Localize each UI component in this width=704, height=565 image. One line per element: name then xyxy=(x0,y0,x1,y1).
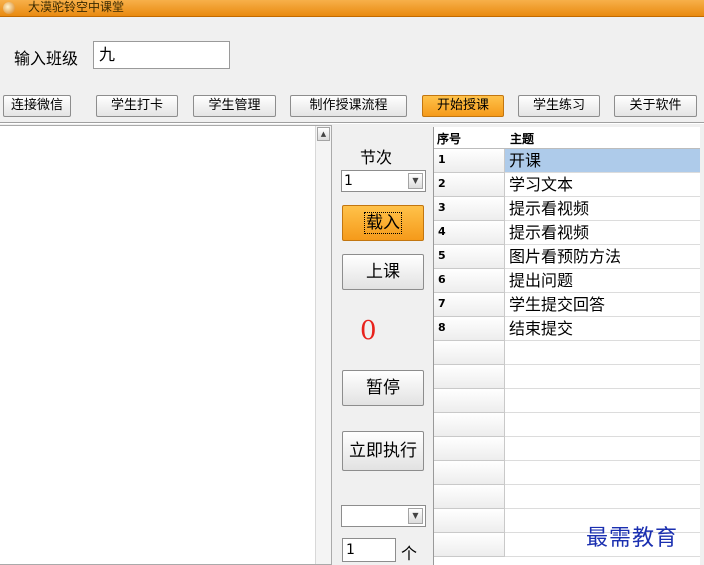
row-topic-cell: 图片看预防方法 xyxy=(505,245,700,269)
row-topic-cell xyxy=(505,413,700,437)
table-row[interactable] xyxy=(434,389,700,413)
row-topic-cell: 提出问题 xyxy=(505,269,700,293)
row-topic-cell xyxy=(505,437,700,461)
student-checkin-button[interactable]: 学生打卡 xyxy=(96,95,178,117)
column-header-topic: 主题 xyxy=(510,132,535,146)
row-number-cell xyxy=(434,437,505,461)
table-row[interactable]: 3 提示看视频 xyxy=(434,197,700,221)
table-row[interactable]: 4 提示看视频 xyxy=(434,221,700,245)
table-row[interactable] xyxy=(434,437,700,461)
window-title: 大漠驼铃空中课堂 xyxy=(28,0,125,14)
watermark: 最需教育 xyxy=(586,526,679,551)
load-button-label: 载入 xyxy=(364,212,402,234)
table-row[interactable] xyxy=(434,341,700,365)
row-number-cell xyxy=(434,509,505,533)
table-header: 序号 主题 xyxy=(434,127,700,149)
row-number-cell xyxy=(434,389,505,413)
row-number-cell xyxy=(434,365,505,389)
row-topic-cell: 开课 xyxy=(505,149,700,173)
table-row[interactable]: 6 提出问题 xyxy=(434,269,700,293)
about-software-button[interactable]: 关于软件 xyxy=(614,95,697,117)
row-topic-cell: 提示看视频 xyxy=(505,197,700,221)
row-topic-cell xyxy=(505,485,700,509)
row-topic-cell xyxy=(505,461,700,485)
start-lesson-button[interactable]: 开始授课 xyxy=(422,95,504,117)
table-row[interactable]: 1 开课 xyxy=(434,149,700,173)
row-number-cell: 7 xyxy=(434,293,505,317)
run-now-button[interactable]: 立即执行 xyxy=(342,431,424,471)
count-unit-label: 个 xyxy=(401,544,418,563)
count-input[interactable]: 1 xyxy=(342,538,396,562)
lesson-steps-table[interactable]: 序号 主题 1 开课 2 学习文本 3 提示看视频 4 提示看视频 5 图片看预防方法 6 提出问题 7… xyxy=(433,127,700,565)
class-input-label: 输入班级 xyxy=(14,49,79,68)
row-number-cell: 8 xyxy=(434,317,505,341)
make-lesson-flow-button[interactable]: 制作授课流程 xyxy=(290,95,407,117)
table-row[interactable] xyxy=(434,413,700,437)
table-row[interactable]: 8 结束提交 xyxy=(434,317,700,341)
load-button[interactable]: 载入 xyxy=(342,205,424,241)
row-number-cell xyxy=(434,341,505,365)
table-row[interactable] xyxy=(434,485,700,509)
table-row[interactable] xyxy=(434,461,700,485)
row-number-cell xyxy=(434,461,505,485)
message-pane-scrollbar[interactable]: ▲ xyxy=(315,126,331,564)
row-topic-cell xyxy=(505,365,700,389)
row-number-cell: 4 xyxy=(434,221,505,245)
row-number-cell: 3 xyxy=(434,197,505,221)
pause-button[interactable]: 暂停 xyxy=(342,370,424,406)
section-select[interactable]: 1 ▼ xyxy=(341,170,426,192)
section-select-value: 1 xyxy=(344,173,353,189)
scroll-up-icon[interactable]: ▲ xyxy=(317,127,330,141)
row-topic-cell: 结束提交 xyxy=(505,317,700,341)
app-icon xyxy=(3,2,15,14)
row-topic-cell: 学生提交回答 xyxy=(505,293,700,317)
table-row[interactable]: 7 学生提交回答 xyxy=(434,293,700,317)
class-input[interactable]: 九 xyxy=(93,41,230,69)
student-practice-button[interactable]: 学生练习 xyxy=(518,95,600,117)
row-topic-cell: 学习文本 xyxy=(505,173,700,197)
row-number-cell xyxy=(434,533,505,557)
countdown-value: 0 xyxy=(360,316,377,346)
row-topic-cell: 提示看视频 xyxy=(505,221,700,245)
chevron-down-icon[interactable]: ▼ xyxy=(408,173,423,189)
row-number-cell xyxy=(434,485,505,509)
row-number-cell: 5 xyxy=(434,245,505,269)
table-row[interactable]: 5 图片看预防方法 xyxy=(434,245,700,269)
title-bar: 大漠驼铃空中课堂 xyxy=(0,0,704,17)
chevron-down-icon[interactable]: ▼ xyxy=(408,508,423,524)
column-header-no: 序号 xyxy=(437,132,462,146)
row-number-cell xyxy=(434,413,505,437)
row-number-cell: 1 xyxy=(434,149,505,173)
row-number-cell: 2 xyxy=(434,173,505,197)
start-class-button[interactable]: 上课 xyxy=(342,254,424,290)
item-select[interactable]: ▼ xyxy=(341,505,426,527)
row-topic-cell xyxy=(505,341,700,365)
toolbar-divider xyxy=(0,122,704,124)
table-row[interactable]: 2 学习文本 xyxy=(434,173,700,197)
row-topic-cell xyxy=(505,389,700,413)
table-row[interactable] xyxy=(434,365,700,389)
row-number-cell: 6 xyxy=(434,269,505,293)
message-pane[interactable]: ▲ xyxy=(0,125,332,565)
connect-wechat-button[interactable]: 连接微信 xyxy=(3,95,71,117)
section-label: 节次 xyxy=(360,148,393,167)
student-management-button[interactable]: 学生管理 xyxy=(193,95,276,117)
